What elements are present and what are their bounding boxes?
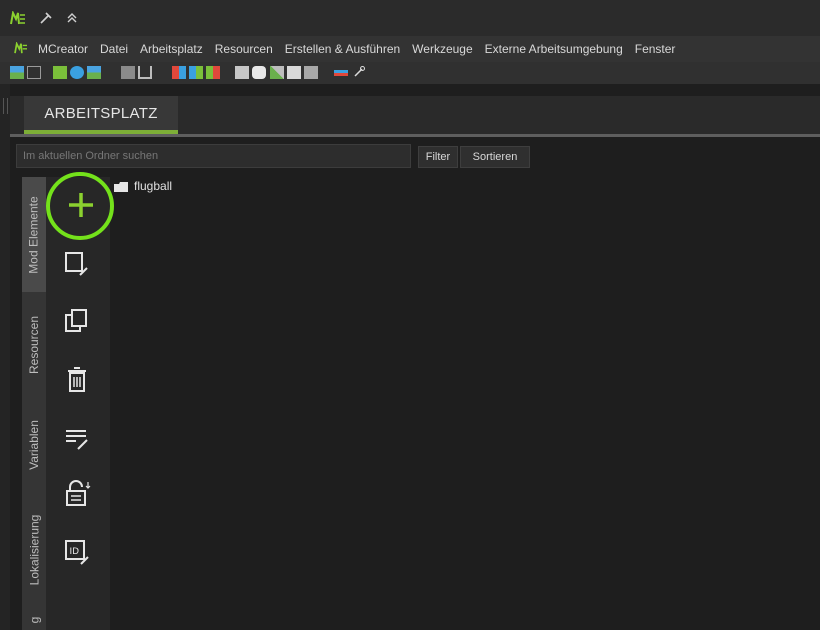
list-item[interactable]: flugball (114, 177, 172, 195)
pin-icon[interactable] (38, 10, 54, 26)
biome-icon[interactable] (287, 66, 301, 79)
color-grid-icon-3[interactable] (206, 66, 220, 79)
structure-import-icon[interactable] (138, 66, 152, 79)
tab-arbeitsplatz[interactable]: ARBEITSPLATZ (24, 96, 178, 134)
lock-icon[interactable] (62, 479, 92, 509)
block-icon[interactable] (304, 66, 318, 79)
workspace-settings-icon[interactable] (27, 66, 41, 79)
element-actions-column: ID (46, 177, 110, 630)
highlight-ring (46, 172, 114, 240)
workspace-image-icon[interactable] (10, 66, 24, 79)
menu-bar: MCreator Datei Arbeitsplatz Resourcen Er… (0, 36, 820, 62)
menu-arbeitsplatz[interactable]: Arbeitsplatz (134, 42, 209, 56)
move-icon[interactable] (62, 423, 92, 453)
entity-icon[interactable] (252, 66, 266, 79)
search-placeholder: Im aktuellen Ordner suchen (23, 150, 159, 162)
side-tab-variablen[interactable]: Variablen (22, 399, 46, 491)
edit-icon[interactable] (62, 249, 92, 279)
filter-button[interactable]: Filter (418, 146, 458, 168)
model-import-icon[interactable] (121, 66, 135, 79)
menu-mcreator[interactable]: MCreator (32, 42, 94, 56)
menu-externe-arbeitsumgebung[interactable]: Externe Arbeitsumgebung (479, 42, 629, 56)
menu-erstellen-ausfuehren[interactable]: Erstellen & Ausführen (279, 42, 406, 56)
mcreator-logo-icon (10, 10, 26, 26)
side-tab-more[interactable]: g (22, 609, 46, 630)
collapse-icon[interactable] (64, 10, 80, 26)
side-tab-lokalisierung[interactable]: Lokalisierung (22, 495, 46, 605)
menu-datei[interactable]: Datei (94, 42, 134, 56)
left-collapse-strip[interactable] (0, 84, 10, 630)
side-tab-mod-elemente[interactable]: Mod Elemente (22, 177, 46, 292)
tool-icon[interactable] (270, 66, 284, 79)
id-edit-icon[interactable]: ID (62, 537, 92, 567)
workspace-content (10, 137, 820, 630)
sort-button[interactable]: Sortieren (460, 146, 530, 168)
drag-handle[interactable] (3, 98, 8, 114)
link-icon[interactable] (352, 66, 366, 79)
vertical-tab-strip: Mod Elemente Resourcen Variablen Lokalis… (22, 177, 46, 630)
toolbar (0, 62, 820, 84)
title-bar (0, 0, 820, 36)
mod-export-icon[interactable] (53, 66, 67, 79)
folder-name: flugball (134, 179, 173, 193)
side-tab-resourcen[interactable]: Resourcen (22, 295, 46, 395)
mcreator-menu-icon (14, 40, 28, 57)
tab-bar: ARBEITSPLATZ (10, 96, 820, 134)
menu-werkzeuge[interactable]: Werkzeuge (406, 42, 478, 56)
svg-text:ID: ID (70, 547, 80, 557)
menu-resourcen[interactable]: Resourcen (209, 42, 279, 56)
color-grid-icon-1[interactable] (172, 66, 186, 79)
folder-icon (114, 181, 128, 192)
duplicate-icon[interactable] (62, 307, 92, 337)
recipe-icon[interactable] (235, 66, 249, 79)
texture-import-icon[interactable] (70, 66, 84, 79)
image-edit-icon[interactable] (87, 66, 101, 79)
color-grid-icon-2[interactable] (189, 66, 203, 79)
delete-icon[interactable] (62, 365, 92, 395)
menu-fenster[interactable]: Fenster (629, 42, 682, 56)
search-input[interactable]: Im aktuellen Ordner suchen (16, 144, 411, 168)
gradle-sync-icon[interactable] (334, 70, 348, 76)
